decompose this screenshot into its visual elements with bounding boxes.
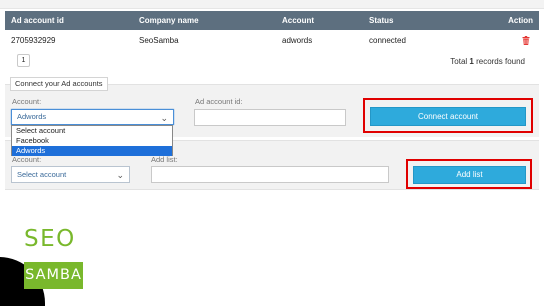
- cell-company-name: SeoSamba: [139, 36, 179, 45]
- header-ad-account-id: Ad account id: [11, 16, 64, 25]
- account-label: Account:: [12, 97, 42, 106]
- logo-samba-text: SAMBA: [24, 262, 83, 289]
- cell-ad-account-id: 2705932929: [11, 36, 56, 45]
- cell-status: connected: [369, 36, 406, 45]
- trash-icon[interactable]: [522, 36, 530, 45]
- account-select[interactable]: Adwords ⌄: [11, 109, 174, 125]
- add-list-label: Add list:: [151, 155, 178, 164]
- top-strip: [0, 0, 544, 9]
- header-company-name: Company name: [139, 16, 199, 25]
- logo-seo-text: SEO: [24, 226, 76, 252]
- ad-account-id-label: Ad account id:: [195, 97, 243, 106]
- table-row: 2705932929 SeoSamba adwords connected: [5, 31, 539, 49]
- account-select-value: Adwords: [17, 112, 47, 121]
- seosamba-logo: SEO SAMBA: [0, 215, 100, 306]
- connect-account-highlight: [363, 98, 533, 133]
- connect-tab[interactable]: Connect your Ad accounts: [10, 77, 108, 91]
- cell-account: adwords: [282, 36, 313, 45]
- dropdown-option-facebook[interactable]: Facebook: [12, 136, 172, 146]
- chevron-down-icon: ⌄: [160, 113, 168, 123]
- header-account: Account: [282, 16, 314, 25]
- chevron-down-icon: ⌄: [116, 170, 124, 180]
- table-header: Ad account id Company name Account Statu…: [5, 11, 539, 30]
- list-account-select-value: Select account: [17, 170, 67, 179]
- total-prefix: Total: [450, 57, 470, 66]
- header-status: Status: [369, 16, 394, 25]
- ad-account-id-input[interactable]: [194, 109, 346, 126]
- header-action: Action: [508, 16, 533, 25]
- list-account-select[interactable]: Select account ⌄: [11, 166, 130, 183]
- dropdown-option-adwords[interactable]: Adwords: [12, 146, 172, 156]
- dropdown-option-select-account[interactable]: Select account: [12, 126, 172, 136]
- total-records: Total 1 records found: [450, 57, 525, 66]
- add-list-input[interactable]: [151, 166, 389, 183]
- add-list-highlight: [406, 159, 532, 189]
- total-suffix: records found: [473, 57, 525, 66]
- list-account-label: Account:: [12, 155, 42, 164]
- pagination-page-1[interactable]: 1: [17, 54, 30, 67]
- account-dropdown-list: Select account Facebook Adwords: [11, 125, 173, 156]
